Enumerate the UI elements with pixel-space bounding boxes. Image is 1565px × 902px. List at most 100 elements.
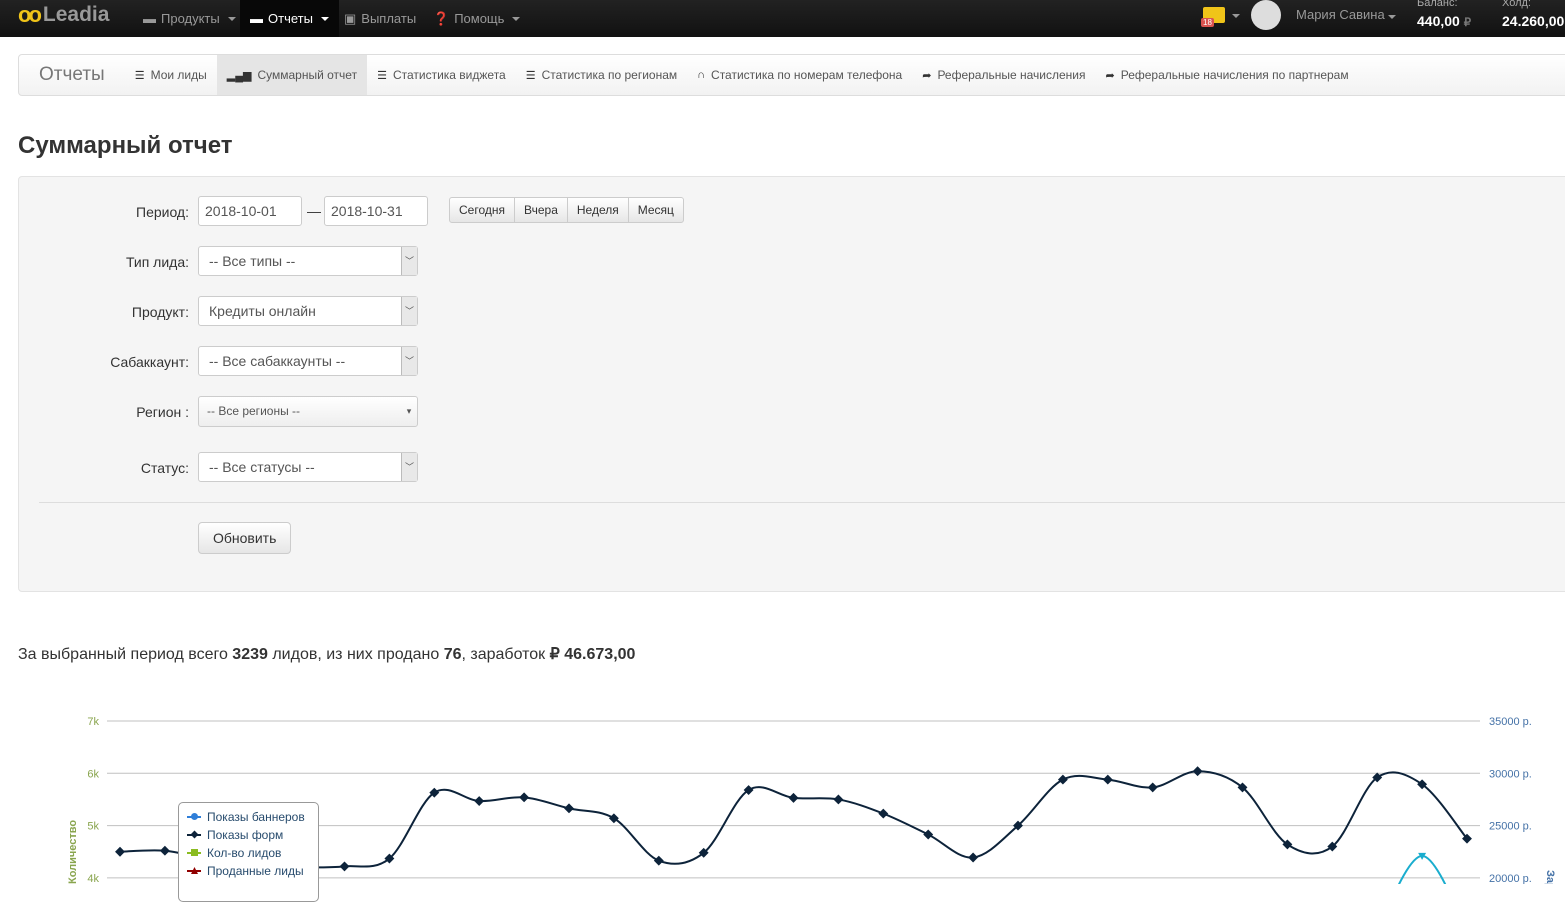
chevron-down-icon: ﹀ bbox=[401, 453, 417, 481]
nav-label: Отчеты bbox=[268, 11, 313, 26]
nav-help[interactable]: ❓ Помощь bbox=[423, 0, 530, 37]
week-button[interactable]: Неделя bbox=[568, 198, 629, 222]
y-left-tick: 4k bbox=[87, 873, 99, 884]
chevron-down-icon: ﹀ bbox=[401, 347, 417, 375]
tab-my-leads[interactable]: ☰ Мои лиды bbox=[125, 55, 217, 95]
hold: Холд: 24.260,00 bbox=[1502, 0, 1564, 29]
mail-icon[interactable]: 18 bbox=[1201, 7, 1225, 27]
month-button[interactable]: Месяц bbox=[629, 198, 683, 222]
caret-down-icon: ▾ bbox=[406, 406, 412, 416]
y-right-tick: 25000 р. bbox=[1489, 821, 1532, 833]
tab-widget-stats[interactable]: ☰ Статистика виджета bbox=[367, 55, 516, 95]
status-select[interactable]: -- Все статусы -- ﹀ bbox=[198, 452, 418, 482]
point-forms bbox=[564, 803, 574, 814]
tab-label: Реферальные начисления bbox=[937, 68, 1086, 82]
y-left-label: Количество bbox=[67, 820, 79, 884]
tab-label: Статистика по регионам bbox=[541, 68, 678, 82]
select-value: Кредиты онлайн bbox=[209, 303, 316, 319]
series-line-earnings bbox=[1398, 854, 1447, 884]
update-button[interactable]: Обновить bbox=[198, 522, 292, 554]
share-icon: ➦ bbox=[1105, 69, 1115, 82]
mail-count-badge: 18 bbox=[1201, 18, 1214, 27]
select-value: -- Все статусы -- bbox=[209, 459, 315, 475]
y-left-tick: 7k bbox=[87, 716, 99, 728]
table-icon: ☰ bbox=[525, 69, 536, 82]
point-forms bbox=[159, 845, 170, 856]
date-to-input[interactable]: 2018-10-31 bbox=[324, 196, 428, 226]
y-right-label: Заработок bbox=[1544, 870, 1556, 884]
date-from-input[interactable]: 2018-10-01 bbox=[198, 196, 302, 226]
nav-payouts[interactable]: ▣ Выплаты bbox=[334, 0, 426, 37]
point-forms bbox=[1147, 782, 1158, 793]
legend-item-banners[interactable]: Показы баннеров bbox=[187, 808, 310, 826]
status-label: Статус: bbox=[140, 460, 189, 476]
product-label: Продукт: bbox=[131, 304, 189, 320]
point-forms bbox=[653, 855, 664, 866]
share-icon: ➦ bbox=[922, 69, 932, 82]
tab-region-stats[interactable]: ☰ Статистика по регионам bbox=[516, 55, 687, 95]
hold-label: Холд: bbox=[1502, 0, 1531, 9]
product-select[interactable]: Кредиты онлайн ﹀ bbox=[198, 296, 418, 326]
series-line-forms bbox=[119, 770, 1468, 870]
y-right-tick: 30000 р. bbox=[1489, 768, 1532, 780]
table-icon: ☰ bbox=[377, 69, 387, 82]
nav-reports[interactable]: ▬ Отчеты bbox=[240, 0, 339, 37]
sold-leads: 76 bbox=[443, 646, 462, 663]
chevron-down-icon: ﹀ bbox=[401, 247, 417, 275]
headphones-icon: ∩ bbox=[697, 69, 706, 81]
region-select[interactable]: -- Все регионы -- ▾ bbox=[198, 396, 418, 427]
user-menu[interactable]: Мария Савина bbox=[1296, 7, 1396, 22]
summary-mid2: , заработок bbox=[461, 646, 550, 663]
subaccount-select[interactable]: -- Все сабаккаунты -- ﹀ bbox=[198, 346, 418, 376]
tab-referral-partners[interactable]: ➦ Реферальные начисления по партнерам bbox=[1096, 55, 1359, 95]
lead-type-label: Тип лида: bbox=[125, 254, 189, 270]
nav-label: Продукты bbox=[161, 11, 220, 26]
legend-item-forms[interactable]: Показы форм bbox=[187, 826, 310, 844]
caret-down-icon bbox=[227, 16, 236, 21]
point-forms bbox=[878, 808, 889, 819]
select-value: -- Все типы -- bbox=[209, 253, 296, 269]
select-value: -- Все регионы -- bbox=[207, 404, 301, 418]
point-forms bbox=[1057, 774, 1068, 785]
legend-label: Кол-во лидов bbox=[207, 846, 282, 860]
legend-label: Проданные лиды bbox=[207, 864, 304, 878]
point-forms bbox=[923, 829, 934, 840]
y-left-tick: 5k bbox=[87, 821, 99, 833]
earnings: ₽ 46.673,00 bbox=[549, 646, 636, 663]
filter-form: Период: 2018-10-01 — 2018-10-31 Сегодня … bbox=[18, 176, 1565, 592]
user-name: Мария Савина bbox=[1296, 7, 1385, 22]
y-right-tick: 35000 р. bbox=[1489, 716, 1532, 728]
nav-products[interactable]: ▬ Продукты bbox=[133, 0, 246, 37]
today-button[interactable]: Сегодня bbox=[450, 198, 515, 222]
tab-label: Статистика по номерам телефона bbox=[711, 68, 903, 82]
legend-item-sold[interactable]: Проданные лиды bbox=[187, 862, 310, 880]
point-forms bbox=[788, 792, 799, 803]
summary-text: За выбранный период всего 3239 лидов, из… bbox=[18, 644, 635, 664]
tab-referral[interactable]: ➦ Реферальные начисления bbox=[912, 55, 1095, 95]
avatar[interactable] bbox=[1251, 0, 1281, 30]
caret-down-icon bbox=[512, 16, 521, 21]
quick-period-group: Сегодня Вчера Неделя Месяц bbox=[449, 197, 684, 223]
infinity-icon: oo bbox=[18, 2, 42, 27]
balance: Баланс: 440,00 ₽ bbox=[1417, 0, 1471, 29]
point-forms bbox=[474, 796, 485, 806]
point-forms bbox=[968, 852, 979, 863]
tab-phone-stats[interactable]: ∩ Статистика по номерам телефона bbox=[687, 55, 912, 95]
list-icon: ☰ bbox=[134, 69, 145, 82]
point-forms bbox=[339, 861, 350, 872]
tab-label: Мои лиды bbox=[150, 68, 207, 82]
caret-down-icon bbox=[320, 16, 329, 21]
legend-item-leads[interactable]: Кол-во лидов bbox=[187, 844, 310, 862]
yesterday-button[interactable]: Вчера bbox=[515, 198, 568, 222]
nav-label: Выплаты bbox=[361, 11, 417, 26]
brand-logo[interactable]: oo Leadia bbox=[18, 2, 109, 28]
tab-summary-report[interactable]: ▂▄▆ Суммарный отчет bbox=[216, 55, 368, 95]
question-icon: ❓ bbox=[433, 10, 450, 26]
hold-value: 24.260,00 bbox=[1502, 13, 1565, 29]
summary-pre: За выбранный период всего bbox=[18, 646, 233, 663]
lead-type-select[interactable]: -- Все типы -- ﹀ bbox=[198, 246, 418, 276]
top-navbar: oo Leadia ▬ Продукты ▬ Отчеты ▣ Выплаты ❓ Пом… bbox=[0, 0, 1565, 37]
money-icon: ▣ bbox=[344, 10, 357, 26]
caret-down-icon bbox=[1232, 14, 1240, 18]
y-right-tick: 20000 р. bbox=[1489, 873, 1532, 884]
